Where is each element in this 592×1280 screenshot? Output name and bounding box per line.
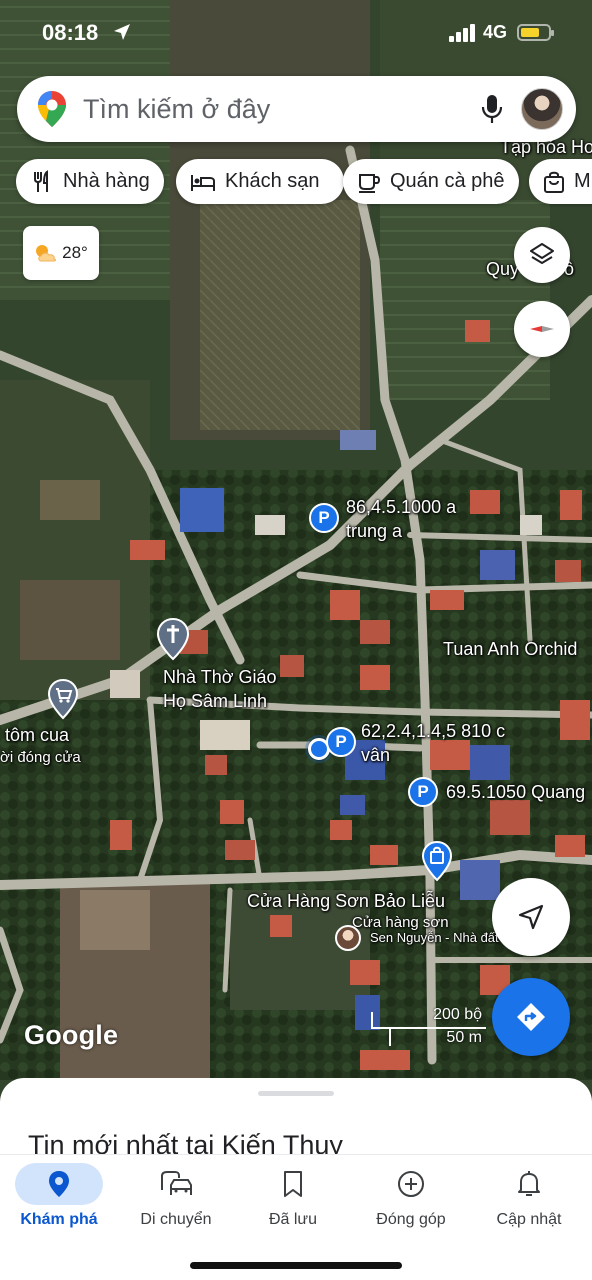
nav-explore[interactable]: Khám phá	[0, 1163, 118, 1229]
nav-updates[interactable]: Cập nhật	[470, 1163, 588, 1229]
label-tom-cua[interactable]: tôm cua	[5, 724, 69, 746]
nav-explore-label: Khám phá	[20, 1211, 98, 1228]
bell-icon	[518, 1171, 540, 1196]
microphone-icon[interactable]	[480, 93, 504, 125]
chip-hotels-label: Khách sạn	[225, 170, 320, 192]
my-location-button[interactable]	[492, 878, 570, 956]
fork-knife-icon	[34, 169, 48, 192]
chip-cafes-label: Quán cà phê	[390, 170, 505, 192]
layers-icon	[530, 243, 554, 264]
parking-icon[interactable]: P	[326, 727, 356, 757]
location-arrow-icon	[114, 24, 130, 40]
network-type: 4G	[483, 22, 508, 42]
nav-contribute[interactable]: Đóng góp	[352, 1163, 470, 1229]
home-indicator[interactable]	[190, 1262, 402, 1269]
chip-restaurants[interactable]: Nhà hàng	[16, 159, 164, 204]
label-church-1[interactable]: Nhà Thờ Giáo	[163, 666, 277, 688]
bed-icon	[191, 174, 215, 191]
chip-restaurants-label: Nhà hàng	[63, 170, 150, 192]
signal-icon	[449, 24, 475, 42]
label-parking-1a[interactable]: 86,4.5.1000 a	[346, 496, 456, 518]
label-church-2[interactable]: Họ Sâm Linh	[163, 690, 267, 712]
commute-car-icon	[161, 1171, 192, 1195]
sheet-title: Tin mới nhất tại Kiến Thuy	[28, 1130, 343, 1156]
search-bar[interactable]: Tìm kiếm ở đây	[17, 76, 576, 142]
google-maps-pin-icon	[38, 91, 66, 127]
nav-saved[interactable]: Đã lưu	[234, 1163, 352, 1229]
avatar[interactable]	[335, 925, 361, 951]
parking-icon[interactable]: P	[408, 777, 438, 807]
church-pin-icon[interactable]	[156, 617, 190, 661]
parking-icon[interactable]: P	[309, 503, 339, 533]
chip-shopping[interactable]: M	[529, 159, 592, 204]
explore-pin-icon	[49, 1171, 69, 1197]
status-bar: 08:18 4G	[0, 0, 592, 66]
weather-chip[interactable]: 28°	[23, 226, 99, 280]
compass-icon	[530, 326, 554, 332]
scale-ft: 200 bộ	[433, 1006, 482, 1023]
label-parking-3[interactable]: 69.5.1050 Quang	[446, 781, 585, 803]
shopping-cart-pin-icon[interactable]	[47, 678, 79, 720]
label-tuan-anh-orchid[interactable]: Tuan Anh Orchid	[443, 638, 577, 660]
label-parking-1b[interactable]: trung a	[346, 520, 402, 542]
battery-icon	[517, 24, 554, 41]
weather-temp: 28°	[62, 243, 88, 262]
google-logo: Google	[24, 1020, 119, 1050]
nav-commute-label: Di chuyển	[140, 1211, 212, 1228]
shopping-bag-icon	[544, 171, 564, 193]
partly-cloudy-icon	[36, 245, 57, 262]
label-parking-2a[interactable]: 62,2.4,1.4,5 810 c	[361, 720, 505, 742]
coffee-icon	[359, 173, 381, 193]
nav-updates-label: Cập nhật	[496, 1211, 562, 1228]
label-closed: ời đóng cửa	[0, 749, 81, 766]
directions-icon	[517, 1003, 545, 1031]
scale-m: 50 m	[446, 1029, 482, 1046]
label-shop[interactable]: Cửa Hàng Sơn Bảo Liễu	[247, 890, 445, 912]
nav-commute[interactable]: Di chuyển	[117, 1163, 235, 1229]
category-chips: Nhà hàng Khách sạn Quán cà phê M	[16, 159, 592, 204]
add-circle-icon	[398, 1171, 424, 1197]
layers-button[interactable]	[514, 227, 570, 283]
avatar[interactable]	[521, 88, 563, 130]
scale-bar: 200 bộ 50 m	[370, 1006, 488, 1046]
chip-hotels[interactable]: Khách sạn	[176, 159, 344, 204]
status-time: 08:18	[42, 20, 99, 45]
chip-shopping-label: M	[574, 170, 591, 192]
shopping-bag-pin-icon[interactable]	[421, 840, 453, 882]
chip-cafes[interactable]: Quán cà phê	[343, 159, 519, 204]
sheet-handle[interactable]	[258, 1091, 334, 1096]
search-input[interactable]: Tìm kiếm ở đây	[83, 94, 270, 125]
nav-contribute-label: Đóng góp	[376, 1211, 446, 1228]
directions-button[interactable]	[492, 978, 570, 1056]
compass-button[interactable]	[514, 301, 570, 357]
navigation-arrow-icon	[518, 904, 544, 930]
nav-saved-label: Đã lưu	[268, 1211, 318, 1228]
label-parking-2b[interactable]: vân	[361, 744, 390, 766]
bookmark-icon	[284, 1171, 302, 1197]
